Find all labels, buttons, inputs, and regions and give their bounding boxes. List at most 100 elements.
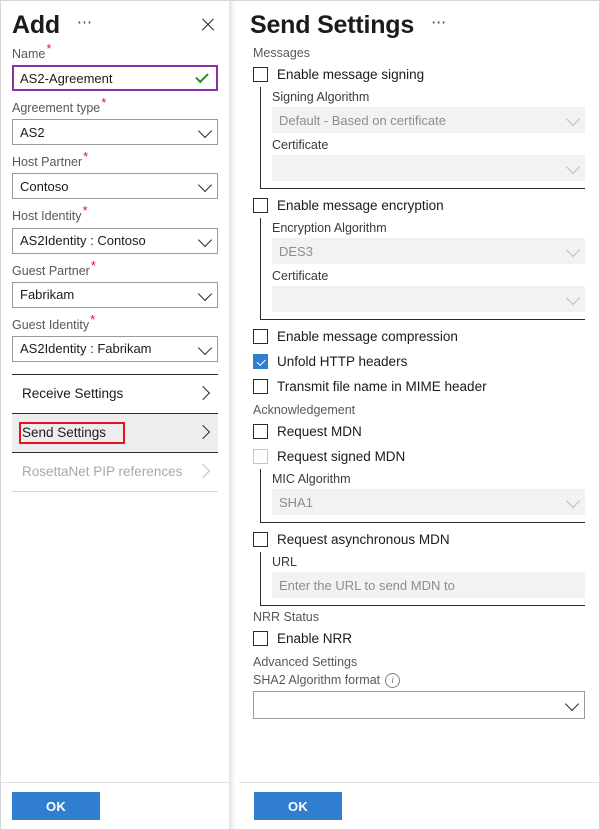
sidebar-item-rosettanet-pip-references: RosettaNet PIP references xyxy=(12,453,218,492)
more-options-button[interactable]: ⋯ xyxy=(428,14,450,37)
checkbox-label: Request MDN xyxy=(277,424,362,439)
info-icon[interactable]: i xyxy=(385,673,400,688)
field-label-name: Name* xyxy=(12,45,218,62)
encryption-algorithm-value: DES3 xyxy=(279,244,313,259)
name-input[interactable]: AS2-Agreement xyxy=(12,65,218,91)
checkbox-label: Enable NRR xyxy=(277,631,352,646)
field-label-encryption-algorithm: Encryption Algorithm xyxy=(272,220,585,236)
required-marker: * xyxy=(46,41,51,56)
checkbox-checked-icon xyxy=(253,354,268,369)
send-settings-blade: Send Settings ⋯ Messages Enable message … xyxy=(239,1,599,829)
checkbox-unfold-http-headers[interactable]: Unfold HTTP headers xyxy=(253,349,585,374)
chevron-down-icon xyxy=(566,291,580,305)
guest-partner-value: Fabrikam xyxy=(20,287,74,302)
more-options-button[interactable]: ⋯ xyxy=(74,14,96,37)
send-settings-header: Send Settings ⋯ xyxy=(239,1,599,42)
field-host-identity: Host Identity* AS2Identity : Contoso xyxy=(12,207,218,253)
azure-blade-screen: Add ⋯ Name* AS2-Agreement Agreement type… xyxy=(0,0,600,830)
sidebar-item-label: Send Settings xyxy=(22,425,106,440)
checkbox-enable-message-encryption[interactable]: Enable message encryption xyxy=(253,193,585,218)
field-host-partner: Host Partner* Contoso xyxy=(12,153,218,199)
name-input-value: AS2-Agreement xyxy=(20,71,113,86)
required-marker: * xyxy=(82,203,87,218)
field-sha2-algorithm-format: SHA2 Algorithm format i xyxy=(253,672,585,719)
chevron-down-icon xyxy=(566,243,580,257)
checkbox-transmit-file-name-in-mime-header[interactable]: Transmit file name in MIME header xyxy=(253,374,585,399)
checkbox-icon xyxy=(253,631,268,646)
ok-button[interactable]: OK xyxy=(12,792,100,820)
add-agreement-blade: Add ⋯ Name* AS2-Agreement Agreement type… xyxy=(1,1,230,829)
host-partner-select[interactable]: Contoso xyxy=(12,173,218,199)
checkbox-label: Request signed MDN xyxy=(277,449,405,464)
encryption-algorithm-select: DES3 xyxy=(272,238,585,264)
mic-algorithm-select: SHA1 xyxy=(272,489,585,515)
host-identity-select[interactable]: AS2Identity : Contoso xyxy=(12,228,218,254)
field-signing-algorithm: Signing Algorithm Default - Based on cer… xyxy=(272,89,585,133)
checkbox-request-asynchronous-mdn[interactable]: Request asynchronous MDN xyxy=(253,527,585,552)
page-title: Send Settings xyxy=(250,10,414,40)
field-mdn-url: URL Enter the URL to send MDN to xyxy=(272,554,585,598)
guest-partner-select[interactable]: Fabrikam xyxy=(12,282,218,308)
checkbox-icon xyxy=(253,424,268,439)
blade-separator xyxy=(230,1,239,829)
field-label-host-identity: Host Identity* xyxy=(12,207,218,224)
section-title-acknowledgement: Acknowledgement xyxy=(253,402,585,419)
field-label-host-partner: Host Partner* xyxy=(12,153,218,170)
valid-check-icon xyxy=(195,70,208,83)
checkbox-icon xyxy=(253,67,268,82)
chevron-down-icon xyxy=(566,112,580,126)
add-blade-footer: OK xyxy=(1,782,229,829)
send-settings-body: Send Settings ⋯ Messages Enable message … xyxy=(239,1,599,782)
checkbox-label: Unfold HTTP headers xyxy=(277,354,407,369)
sha2-algorithm-format-select[interactable] xyxy=(253,691,585,719)
field-label-encryption-certificate: Certificate xyxy=(272,268,585,284)
chevron-down-icon xyxy=(565,697,579,711)
checkbox-enable-message-compression[interactable]: Enable message compression xyxy=(253,324,585,349)
ok-button[interactable]: OK xyxy=(254,792,342,820)
field-label-signing-algorithm: Signing Algorithm xyxy=(272,89,585,105)
field-label-agreement-type: Agreement type* xyxy=(12,99,218,116)
add-agreement-form: Name* AS2-Agreement Agreement type* AS2 … xyxy=(1,42,229,362)
sidebar-item-label: Receive Settings xyxy=(22,386,123,401)
signing-algorithm-select: Default - Based on certificate xyxy=(272,107,585,133)
page-title: Add xyxy=(12,10,60,40)
checkbox-icon xyxy=(253,532,268,547)
checkbox-enable-message-signing[interactable]: Enable message signing xyxy=(253,62,585,87)
field-label-mdn-url: URL xyxy=(272,554,585,570)
host-partner-value: Contoso xyxy=(20,179,68,194)
checkbox-request-mdn[interactable]: Request MDN xyxy=(253,419,585,444)
mic-algorithm-subgroup: MIC Algorithm SHA1 xyxy=(260,469,585,523)
checkbox-icon xyxy=(253,449,268,464)
field-label-signing-certificate: Certificate xyxy=(272,137,585,153)
field-label-sha2-algorithm-format: SHA2 Algorithm format i xyxy=(253,672,585,688)
required-marker: * xyxy=(90,312,95,327)
checkbox-label: Request asynchronous MDN xyxy=(277,532,450,547)
host-identity-value: AS2Identity : Contoso xyxy=(20,233,146,248)
checkbox-enable-nrr[interactable]: Enable NRR xyxy=(253,626,585,651)
required-marker: * xyxy=(101,95,106,110)
agreement-type-select[interactable]: AS2 xyxy=(12,119,218,145)
checkbox-icon xyxy=(253,198,268,213)
checkbox-icon xyxy=(253,379,268,394)
mdn-url-input: Enter the URL to send MDN to xyxy=(272,572,585,598)
checkbox-label: Enable message compression xyxy=(277,329,458,344)
field-name: Name* AS2-Agreement xyxy=(12,45,218,91)
field-agreement-type: Agreement type* AS2 xyxy=(12,99,218,145)
settings-nav-list: Receive Settings Send Settings RosettaNe… xyxy=(12,374,218,492)
add-blade-body: Add ⋯ Name* AS2-Agreement Agreement type… xyxy=(1,1,229,782)
add-blade-header: Add ⋯ xyxy=(1,1,229,42)
field-mic-algorithm: MIC Algorithm SHA1 xyxy=(272,471,585,515)
agreement-type-value: AS2 xyxy=(20,125,45,140)
sidebar-item-send-settings[interactable]: Send Settings xyxy=(12,413,218,453)
guest-identity-select[interactable]: AS2Identity : Fabrikam xyxy=(12,336,218,362)
close-icon[interactable] xyxy=(197,14,219,36)
chevron-down-icon xyxy=(198,287,212,301)
mic-algorithm-value: SHA1 xyxy=(279,495,313,510)
chevron-down-icon xyxy=(198,341,212,355)
chevron-down-icon xyxy=(198,124,212,138)
signing-subgroup: Signing Algorithm Default - Based on cer… xyxy=(260,87,585,189)
required-marker: * xyxy=(83,149,88,164)
field-encryption-certificate: Certificate xyxy=(272,268,585,312)
sidebar-item-label: RosettaNet PIP references xyxy=(22,464,182,479)
sidebar-item-receive-settings[interactable]: Receive Settings xyxy=(12,375,218,414)
